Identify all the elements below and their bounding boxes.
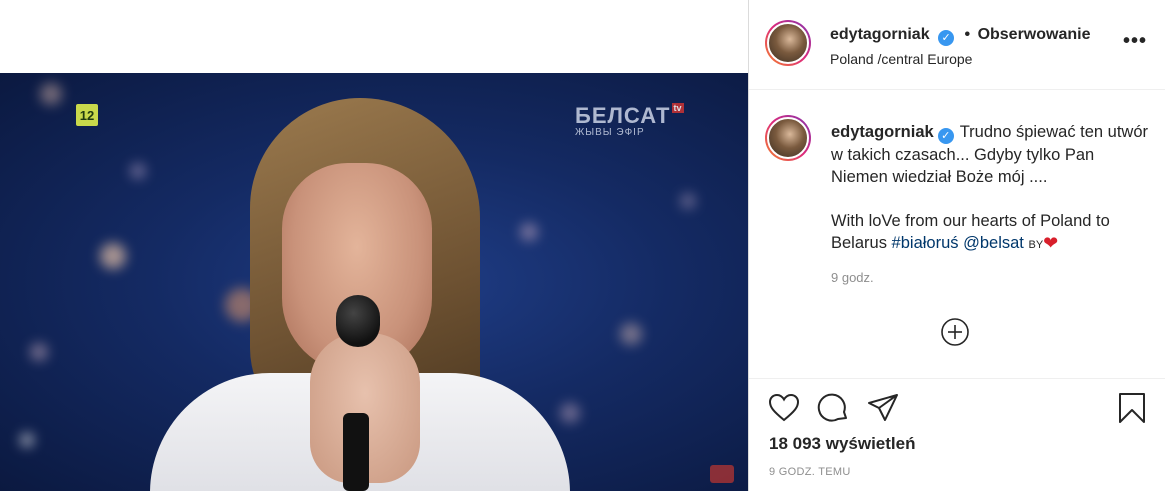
username-link[interactable]: edytagorniak bbox=[830, 26, 930, 43]
bokeh-light bbox=[100, 243, 126, 269]
watermark-tv: tv bbox=[671, 103, 684, 113]
bokeh-light bbox=[520, 223, 538, 241]
caption-time: 9 godz. bbox=[831, 270, 874, 285]
follow-separator: • bbox=[964, 26, 971, 43]
view-count[interactable]: 18 093 wyświetleń bbox=[769, 434, 915, 454]
following-button[interactable]: Obserwowanie bbox=[978, 26, 1091, 43]
avatar-image bbox=[767, 22, 809, 64]
verified-badge-icon: ✓ bbox=[938, 29, 955, 46]
microphone-head bbox=[336, 295, 380, 347]
caption-username-link[interactable]: edytagorniak bbox=[831, 123, 934, 141]
post-side-panel: edytagorniak ✓ • Obserwowanie Poland /ce… bbox=[748, 0, 1165, 491]
load-more-comments-icon[interactable] bbox=[940, 317, 970, 347]
location-link[interactable]: Poland /central Europe bbox=[830, 51, 972, 67]
save-bookmark-icon[interactable] bbox=[1115, 391, 1149, 425]
hashtag-link[interactable]: #białoruś bbox=[892, 234, 959, 252]
post-media: 12 БЕЛСАТ tv ЖЫВЫ ЭФІР bbox=[0, 0, 748, 491]
avatar[interactable] bbox=[765, 20, 811, 66]
action-bar bbox=[749, 385, 1165, 433]
watermark-main: БЕЛСАТ bbox=[575, 103, 671, 128]
bokeh-light bbox=[30, 343, 48, 361]
post-timestamp[interactable]: 9 GODZ. TEMU bbox=[769, 466, 851, 478]
avatar-image bbox=[767, 117, 809, 159]
comment-icon[interactable] bbox=[817, 391, 851, 425]
caption-section: edytagorniak ✓ Trudno śpiewać ten utwór w … bbox=[749, 91, 1165, 379]
channel-watermark: БЕЛСАТ tv ЖЫВЫ ЭФІР bbox=[575, 103, 684, 138]
bokeh-light bbox=[40, 83, 62, 105]
video-player[interactable]: 12 БЕЛСАТ tv ЖЫВЫ ЭФІР bbox=[0, 73, 748, 491]
bokeh-light bbox=[130, 163, 146, 179]
more-options-icon[interactable]: ••• bbox=[1123, 31, 1147, 51]
avatar[interactable] bbox=[765, 115, 811, 161]
microphone-body bbox=[343, 413, 369, 491]
post-header: edytagorniak ✓ • Obserwowanie Poland /ce… bbox=[749, 0, 1165, 90]
verified-badge-icon: ✓ bbox=[937, 128, 954, 144]
channel-badge: 12 bbox=[76, 104, 98, 126]
bokeh-light bbox=[560, 403, 580, 423]
header-name-row: edytagorniak ✓ • Obserwowanie bbox=[830, 26, 1090, 46]
bokeh-light bbox=[680, 193, 696, 209]
heart-emoji-icon: ❤ bbox=[1043, 233, 1059, 253]
bokeh-light bbox=[20, 433, 34, 447]
corner-logo-icon bbox=[710, 465, 734, 483]
bokeh-light bbox=[620, 323, 642, 345]
mention-link[interactable]: @belsat bbox=[963, 234, 1024, 252]
like-heart-icon[interactable] bbox=[767, 391, 801, 425]
caption-text: edytagorniak ✓ Trudno śpiewać ten utwór w … bbox=[831, 121, 1151, 256]
by-text: BY bbox=[1028, 239, 1044, 251]
share-direct-icon[interactable] bbox=[866, 391, 900, 425]
